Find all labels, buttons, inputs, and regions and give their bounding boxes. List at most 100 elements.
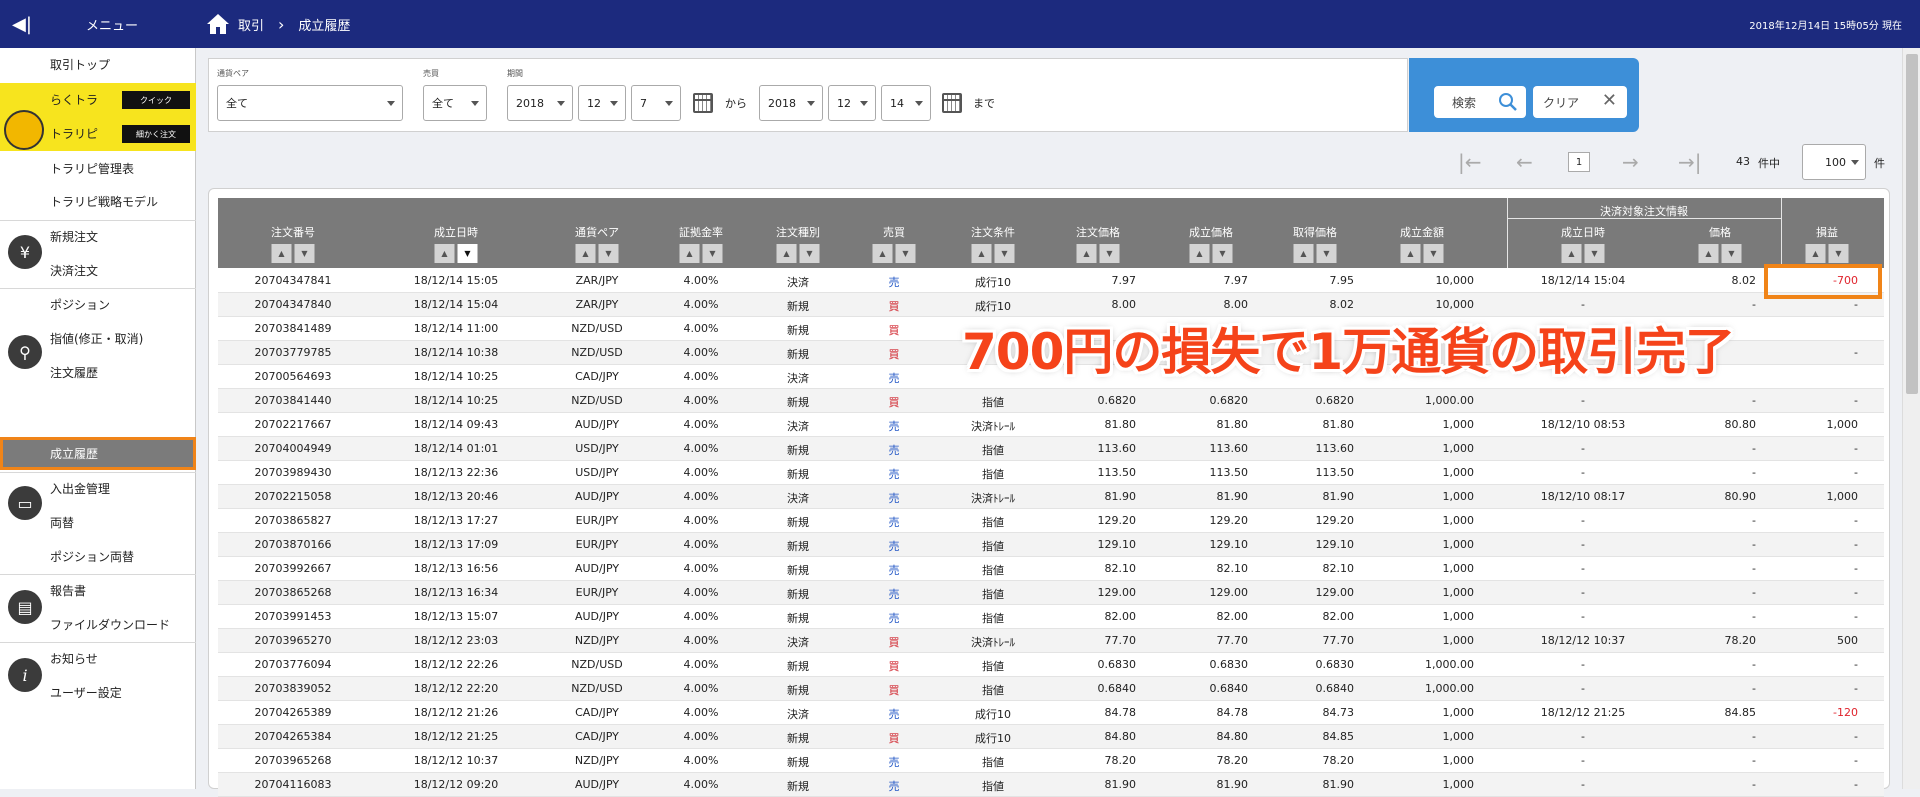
cell-ep: 84.80 — [1216, 730, 1249, 743]
sort-desc-icon[interactable]: ▼ — [895, 244, 916, 263]
cell-date: 18/12/14 15:04 — [413, 298, 499, 311]
cell-margin: 4.00% — [683, 610, 719, 623]
sidebar-item-torarepi[interactable]: トラリピ 細かく注文 — [0, 117, 196, 150]
sidebar-item-report[interactable]: 報告書 — [0, 574, 196, 607]
table-row[interactable]: 20704265389 18/12/12 21:26 CAD/JPY 4.00% 決済 売… — [218, 701, 1884, 725]
cell-type: 決済 — [787, 276, 809, 289]
first-page-icon[interactable]: |← — [1458, 150, 1482, 174]
sort-asc-icon[interactable]: ▲ — [971, 244, 992, 263]
sort-asc-icon[interactable]: ▲ — [1293, 244, 1314, 263]
cell-type: 新規 — [787, 780, 809, 793]
cell-pnl: - — [1854, 730, 1858, 743]
sort-desc-icon[interactable]: ▼ — [702, 244, 723, 263]
sort-desc-icon[interactable]: ▼ — [1584, 244, 1605, 263]
sidebar-item-position-exchange[interactable]: ポジション両替 — [0, 540, 196, 573]
sort-asc-icon[interactable]: ▲ — [1805, 244, 1826, 263]
table-row[interactable]: 20702217667 18/12/14 09:43 AUD/JPY 4.00% 決済 売… — [218, 413, 1884, 437]
page-size-select[interactable]: 100 — [1802, 144, 1866, 180]
sidebar-item-torarepi-manage[interactable]: トラリピ管理表 — [0, 152, 196, 185]
sort-desc-icon[interactable]: ▼ — [799, 244, 820, 263]
table-row[interactable]: 20704265384 18/12/12 21:25 CAD/JPY 4.00% 新規 買… — [218, 725, 1884, 749]
scrollbar-thumb[interactable] — [1906, 54, 1918, 394]
table-row[interactable]: 20703965270 18/12/12 23:03 NZD/JPY 4.00% 決済 買… — [218, 629, 1884, 653]
to-month-select[interactable]: 12 — [828, 85, 876, 121]
sort-desc-icon[interactable]: ▼ — [1828, 244, 1849, 263]
sort-desc-icon[interactable]: ▼ — [1212, 244, 1233, 263]
sidebar-item-limit-order[interactable]: 指値(修正・取消) — [0, 322, 196, 355]
clear-button[interactable]: クリア ✕ — [1533, 86, 1627, 118]
table-row[interactable]: 20703865827 18/12/13 17:27 EUR/JPY 4.00% 新規 売… — [218, 509, 1884, 533]
sort-desc-icon[interactable]: ▼ — [994, 244, 1015, 263]
table-row[interactable]: 20703865268 18/12/13 16:34 EUR/JPY 4.00% 新規 売… — [218, 581, 1884, 605]
cell-amt: 1,000 — [1442, 706, 1475, 719]
sort-asc-icon[interactable]: ▲ — [1698, 244, 1719, 263]
sidebar-item-download[interactable]: ファイルダウンロード — [0, 608, 196, 641]
table-row[interactable]: 20703841440 18/12/14 10:25 NZD/USD 4.00% 新規 買… — [218, 389, 1884, 413]
cell-side: 売 — [888, 372, 900, 385]
table-row[interactable]: 20702215058 18/12/13 20:46 AUD/JPY 4.00% 決済 売… — [218, 485, 1884, 509]
table-row[interactable]: 20703991453 18/12/13 15:07 AUD/JPY 4.00% 新規 売… — [218, 605, 1884, 629]
sort-asc-icon[interactable]: ▲ — [575, 244, 596, 263]
cell-sd: - — [1581, 682, 1585, 695]
to-day-select[interactable]: 14 — [881, 85, 931, 121]
table-row[interactable]: 20703965268 18/12/12 10:37 NZD/JPY 4.00% 新規 売… — [218, 749, 1884, 773]
search-button[interactable]: 検索 — [1434, 86, 1526, 118]
sort-desc-icon[interactable]: ▼ — [598, 244, 619, 263]
table-row[interactable]: 20703776094 18/12/12 22:26 NZD/USD 4.00% 新規 買… — [218, 653, 1884, 677]
sidebar-item-trade-history[interactable]: 成立履歴 — [0, 437, 196, 470]
sort-asc-icon[interactable]: ▲ — [679, 244, 700, 263]
to-year-select[interactable]: 2018 — [759, 85, 823, 121]
sidebar-item-user-settings[interactable]: ユーザー設定 — [0, 676, 196, 709]
sort-desc-icon[interactable]: ▼ — [1316, 244, 1337, 263]
sort-asc-icon[interactable]: ▲ — [1076, 244, 1097, 263]
table-row[interactable]: 20704004949 18/12/14 01:01 USD/JPY 4.00% 新規 売… — [218, 437, 1884, 461]
sort-asc-icon[interactable]: ▲ — [872, 244, 893, 263]
table-row[interactable]: 20703870166 18/12/13 17:09 EUR/JPY 4.00% 新規 売… — [218, 533, 1884, 557]
sort-desc-icon[interactable]: ▼ — [457, 244, 478, 263]
collapse-menu-icon[interactable]: ◀| — [0, 0, 44, 48]
vertical-scrollbar[interactable] — [1902, 48, 1920, 789]
next-page-icon[interactable]: → — [1622, 150, 1639, 174]
sidebar-item-notice[interactable]: お知らせ — [0, 642, 196, 675]
last-page-icon[interactable]: →| — [1678, 150, 1702, 174]
sidebar-item-trade-top[interactable]: 取引トップ — [0, 48, 196, 81]
sort-asc-icon[interactable]: ▲ — [776, 244, 797, 263]
page-number[interactable]: 1 — [1568, 152, 1590, 172]
table-row[interactable]: 20703839052 18/12/12 22:20 NZD/USD 4.00% 新規 買… — [218, 677, 1884, 701]
sort-desc-icon[interactable]: ▼ — [1423, 244, 1444, 263]
calendar-icon[interactable] — [693, 93, 713, 113]
table-row[interactable]: 20704116083 18/12/12 09:20 AUD/JPY 4.00% 新規 売… — [218, 773, 1884, 797]
from-month-select[interactable]: 12 — [578, 85, 626, 121]
sidebar-item-torarepi-strategy[interactable]: トラリピ戦略モデル — [0, 185, 196, 218]
sort-desc-icon[interactable]: ▼ — [294, 244, 315, 263]
sidebar-item-order-history[interactable]: 注文履歴 — [0, 356, 196, 389]
cell-cond: 指値 — [982, 564, 1004, 577]
prev-page-icon[interactable]: ← — [1516, 150, 1533, 174]
cell-fp: 81.90 — [1322, 490, 1355, 503]
cell-sp: - — [1752, 682, 1756, 695]
sort-desc-icon[interactable]: ▼ — [1721, 244, 1742, 263]
table-row[interactable]: 20704347841 18/12/14 15:05 ZAR/JPY 4.00% 決済 売… — [218, 269, 1884, 293]
breadcrumb-trade[interactable]: 取引 — [238, 15, 264, 34]
sidebar-item-new-order[interactable]: 新規注文 — [0, 220, 196, 253]
table-row[interactable]: 20703989430 18/12/13 22:36 USD/JPY 4.00% 新規 売… — [218, 461, 1884, 485]
calendar-icon[interactable] — [942, 93, 962, 113]
sort-asc-icon[interactable]: ▲ — [434, 244, 455, 263]
from-year-select[interactable]: 2018 — [507, 85, 573, 121]
sort-asc-icon[interactable]: ▲ — [1561, 244, 1582, 263]
sidebar-item-settle-order[interactable]: 決済注文 — [0, 254, 196, 287]
home-icon[interactable] — [206, 13, 230, 35]
from-day-select[interactable]: 7 — [631, 85, 681, 121]
sidebar-item-rakutora[interactable]: らくトラ クイック — [0, 83, 196, 116]
sort-desc-icon[interactable]: ▼ — [1099, 244, 1120, 263]
pair-select[interactable]: 全て — [217, 85, 403, 121]
side-select[interactable]: 全て — [423, 85, 487, 121]
sidebar-item-position[interactable]: ポジション — [0, 288, 196, 321]
sidebar-item-exchange[interactable]: 両替 — [0, 506, 196, 539]
sort-asc-icon[interactable]: ▲ — [1189, 244, 1210, 263]
sidebar-item-deposit[interactable]: 入出金管理 — [0, 472, 196, 505]
sort-asc-icon[interactable]: ▲ — [271, 244, 292, 263]
cell-cond: 指値 — [982, 756, 1004, 769]
sort-asc-icon[interactable]: ▲ — [1400, 244, 1421, 263]
table-row[interactable]: 20703992667 18/12/13 16:56 AUD/JPY 4.00% 新規 売… — [218, 557, 1884, 581]
